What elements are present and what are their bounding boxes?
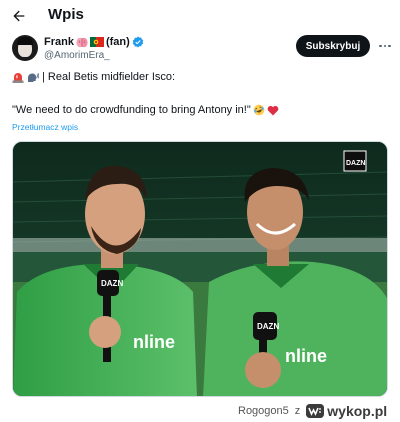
subscribe-button[interactable]: Subskrybuj (296, 35, 370, 57)
video-frame: DAZN nline DAZN nline DAZN (13, 142, 387, 396)
avatar-hair (17, 37, 33, 45)
wykop-logo-icon (306, 404, 325, 418)
author-name[interactable]: Frank (44, 36, 74, 48)
translate-link[interactable]: Przetłumacz wpis (12, 122, 78, 132)
author-name-row[interactable]: Frank (fan) (44, 36, 144, 48)
svg-text:DAZN: DAZN (257, 322, 279, 331)
page-title: Wpis (48, 6, 84, 23)
tweet-line-2: "We need to do crowdfunding to bring Ant… (12, 104, 279, 116)
avatar[interactable] (12, 35, 38, 61)
verified-badge-icon (132, 36, 144, 48)
svg-text:DAZN: DAZN (101, 279, 123, 288)
heart-emoji-icon (267, 105, 279, 116)
watermark: Rogogon5 z wykop.pl (238, 403, 387, 419)
speaking-head-emoji-icon (27, 71, 40, 83)
siren-emoji-icon (12, 72, 24, 83)
sponsor-text-right: nline (285, 346, 327, 366)
laughing-emoji-icon (253, 104, 265, 116)
wykop-site: wykop.pl (327, 403, 388, 419)
brain-emoji-icon (76, 37, 88, 48)
more-options-icon[interactable] (378, 39, 392, 53)
top-bar: Wpis (0, 0, 400, 32)
tweet-line-1-text: | Real Betis midfielder Isco: (42, 71, 176, 83)
watermark-user: Rogogon5 (238, 405, 289, 417)
tweet-line-2-text: "We need to do crowdfunding to bring Ant… (12, 104, 251, 116)
broadcaster-logo: DAZN (346, 160, 365, 167)
sponsor-text-left: nline (133, 332, 175, 352)
author-handle[interactable]: @AmorimEra_ (44, 50, 110, 61)
arrow-left-icon[interactable] (10, 7, 28, 25)
wykop-logo: wykop.pl (306, 403, 387, 419)
watermark-separator: z (294, 405, 301, 417)
author-name-suffix: (fan) (105, 36, 130, 48)
portugal-flag-icon (89, 37, 104, 47)
tweet-line-1: | Real Betis midfielder Isco: (12, 71, 175, 83)
tweet-video[interactable]: DAZN nline DAZN nline DAZN (12, 141, 388, 397)
